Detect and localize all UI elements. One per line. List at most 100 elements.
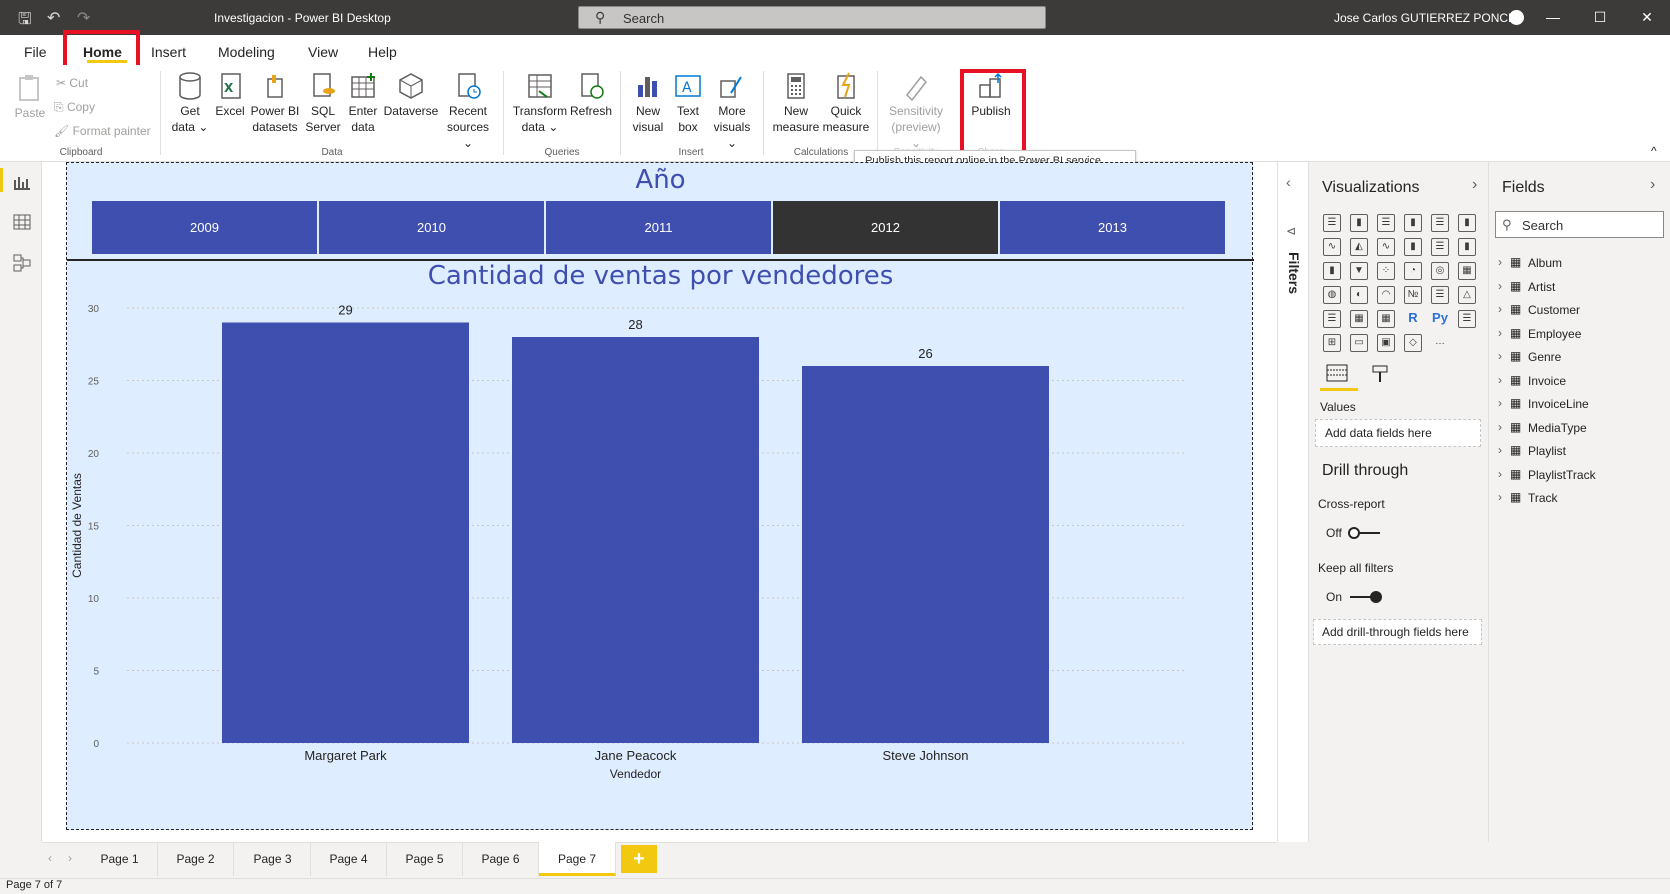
field-table-item[interactable]: › ▦ Genre xyxy=(1498,349,1663,369)
visual-type-icon[interactable]: ☰ xyxy=(1431,214,1449,232)
field-table-item[interactable]: › ▦ PlaylistTrack xyxy=(1498,467,1663,487)
chevron-left-icon[interactable]: ‹ xyxy=(48,851,52,865)
visual-type-icon[interactable]: ☰ xyxy=(1323,310,1341,328)
tab-view[interactable]: View xyxy=(308,44,338,60)
format-paint-roller-icon[interactable] xyxy=(1370,364,1390,384)
visual-type-icon[interactable]: ☰ xyxy=(1458,310,1476,328)
chevron-right-icon[interactable]: › xyxy=(1498,396,1502,410)
page-tab[interactable]: Page 7 xyxy=(539,842,616,876)
bar[interactable] xyxy=(222,322,469,744)
add-page-button[interactable]: + xyxy=(621,845,657,873)
recent-sources-button[interactable]: Recent sources ⌄ xyxy=(442,71,494,151)
visual-type-icon[interactable]: ▮ xyxy=(1458,214,1476,232)
year-2013-button[interactable]: 2013 xyxy=(1000,201,1225,254)
visual-type-icon[interactable]: ⁘ xyxy=(1377,262,1395,280)
visual-type-icon[interactable]: ☰ xyxy=(1377,214,1395,232)
transform-data-button[interactable]: Transform data ⌄ xyxy=(512,71,568,135)
page-tab[interactable]: Page 5 xyxy=(387,842,463,876)
visual-type-icon[interactable]: ◇ xyxy=(1404,334,1422,352)
chevron-right-icon[interactable]: › xyxy=(1650,176,1655,194)
chevron-right-icon[interactable]: › xyxy=(1498,420,1502,434)
cross-report-toggle-knob[interactable] xyxy=(1348,527,1360,539)
page-tab[interactable]: Page 4 xyxy=(311,842,387,876)
visual-type-icon[interactable]: ☰ xyxy=(1323,214,1341,232)
dataverse-button[interactable]: Dataverse xyxy=(383,71,439,119)
redo-icon[interactable]: ↷ xyxy=(77,8,90,28)
visual-type-icon[interactable]: R xyxy=(1404,310,1422,328)
chevron-right-icon[interactable]: › xyxy=(68,851,72,865)
tab-help[interactable]: Help xyxy=(368,44,397,60)
visual-type-icon[interactable]: ◔ xyxy=(1404,262,1422,280)
year-2009-button[interactable]: 2009 xyxy=(92,201,317,254)
field-table-item[interactable]: › ▦ Customer xyxy=(1498,302,1663,322)
chevron-right-icon[interactable]: › xyxy=(1498,490,1502,504)
visual-type-icon[interactable]: Py xyxy=(1431,310,1449,328)
visual-type-icon[interactable]: ∿ xyxy=(1377,238,1395,256)
bar-chart[interactable]: 0 5 10 15 20 25 30 29 28 26 Margaret Park Jane Pe… xyxy=(67,298,1252,828)
visual-type-icon[interactable]: ▣ xyxy=(1377,334,1395,352)
tab-file[interactable]: File xyxy=(24,44,47,60)
copy-button[interactable]: ⎘ Copy xyxy=(54,100,95,115)
tab-insert[interactable]: Insert xyxy=(151,44,186,60)
chevron-right-icon[interactable]: › xyxy=(1498,326,1502,340)
chevron-right-icon[interactable]: › xyxy=(1498,373,1502,387)
filters-label[interactable]: Filters xyxy=(1286,252,1302,294)
chevron-right-icon[interactable]: › xyxy=(1498,302,1502,316)
field-table-item[interactable]: › ▦ MediaType xyxy=(1498,420,1663,440)
paste-button[interactable]: Paste xyxy=(12,73,48,121)
field-table-item[interactable]: › ▦ Artist xyxy=(1498,279,1663,299)
page-tab[interactable]: Page 2 xyxy=(158,842,234,876)
minimize-icon[interactable]: — xyxy=(1538,6,1568,28)
field-table-item[interactable]: › ▦ InvoiceLine xyxy=(1498,396,1663,416)
visual-type-icon[interactable]: ☰ xyxy=(1431,238,1449,256)
page-tab[interactable]: Page 1 xyxy=(82,842,158,876)
report-view-icon[interactable] xyxy=(13,174,31,190)
new-visual-button[interactable]: New visual xyxy=(628,71,668,135)
field-table-item[interactable]: › ▦ Album xyxy=(1498,255,1663,275)
chevron-right-icon[interactable]: › xyxy=(1498,349,1502,363)
avatar[interactable] xyxy=(1509,10,1524,25)
drill-through-well[interactable]: Add drill-through fields here xyxy=(1313,619,1482,645)
tab-modeling[interactable]: Modeling xyxy=(218,44,275,60)
fields-search-input[interactable]: ⚲ Search xyxy=(1495,211,1664,238)
visual-type-icon[interactable]: ▮ xyxy=(1350,214,1368,232)
save-icon[interactable]: 🖫 xyxy=(18,8,32,35)
cut-button[interactable]: ✂ Cut xyxy=(56,76,88,90)
bar[interactable] xyxy=(802,366,1049,743)
page-tab[interactable]: Page 3 xyxy=(235,842,311,876)
visual-type-icon[interactable]: № xyxy=(1404,286,1422,304)
visual-type-icon[interactable]: ▭ xyxy=(1350,334,1368,352)
search-box[interactable]: ⚲ Search xyxy=(578,6,1046,29)
visual-type-icon[interactable]: ◍ xyxy=(1323,286,1341,304)
visual-type-icon[interactable]: ◐ xyxy=(1350,286,1368,304)
excel-button[interactable]: X Excel xyxy=(213,71,247,119)
visual-type-icon[interactable]: ▮ xyxy=(1323,262,1341,280)
model-view-icon[interactable] xyxy=(13,254,31,272)
values-well[interactable]: Add data fields here xyxy=(1315,419,1481,447)
visual-type-icon[interactable]: ◎ xyxy=(1431,262,1449,280)
keep-all-filters-toggle-knob[interactable] xyxy=(1370,591,1382,603)
field-table-item[interactable]: › ▦ Invoice xyxy=(1498,373,1663,393)
year-2010-button[interactable]: 2010 xyxy=(319,201,544,254)
visual-type-icon[interactable]: ▦ xyxy=(1458,262,1476,280)
collapse-ribbon-icon[interactable]: ^ xyxy=(1651,144,1657,158)
refresh-button[interactable]: Refresh xyxy=(569,71,613,119)
data-view-icon[interactable] xyxy=(13,214,31,230)
year-2011-button[interactable]: 2011 xyxy=(546,201,771,254)
quick-measure-button[interactable]: Quick measure xyxy=(822,71,870,135)
visual-type-icon[interactable]: △ xyxy=(1458,286,1476,304)
visual-type-icon[interactable]: ◭ xyxy=(1350,238,1368,256)
new-measure-button[interactable]: New measure xyxy=(772,71,820,135)
sensitivity-button[interactable]: Sensitivity (preview) ⌄ xyxy=(886,71,946,151)
visual-type-icon[interactable]: ⊞ xyxy=(1323,334,1341,352)
visual-type-icon[interactable]: ▦ xyxy=(1350,310,1368,328)
close-icon[interactable]: ✕ xyxy=(1632,6,1662,28)
chevron-right-icon[interactable]: › xyxy=(1498,443,1502,457)
power-bi-datasets-button[interactable]: Power BI datasets xyxy=(249,71,301,135)
field-table-item[interactable]: › ▦ Playlist xyxy=(1498,443,1663,463)
bar[interactable] xyxy=(512,337,759,743)
get-data-button[interactable]: Get data ⌄ xyxy=(170,71,210,135)
visual-type-icon[interactable]: ▮ xyxy=(1458,238,1476,256)
chevron-right-icon[interactable]: › xyxy=(1498,279,1502,293)
visual-type-icon[interactable]: … xyxy=(1431,334,1449,352)
